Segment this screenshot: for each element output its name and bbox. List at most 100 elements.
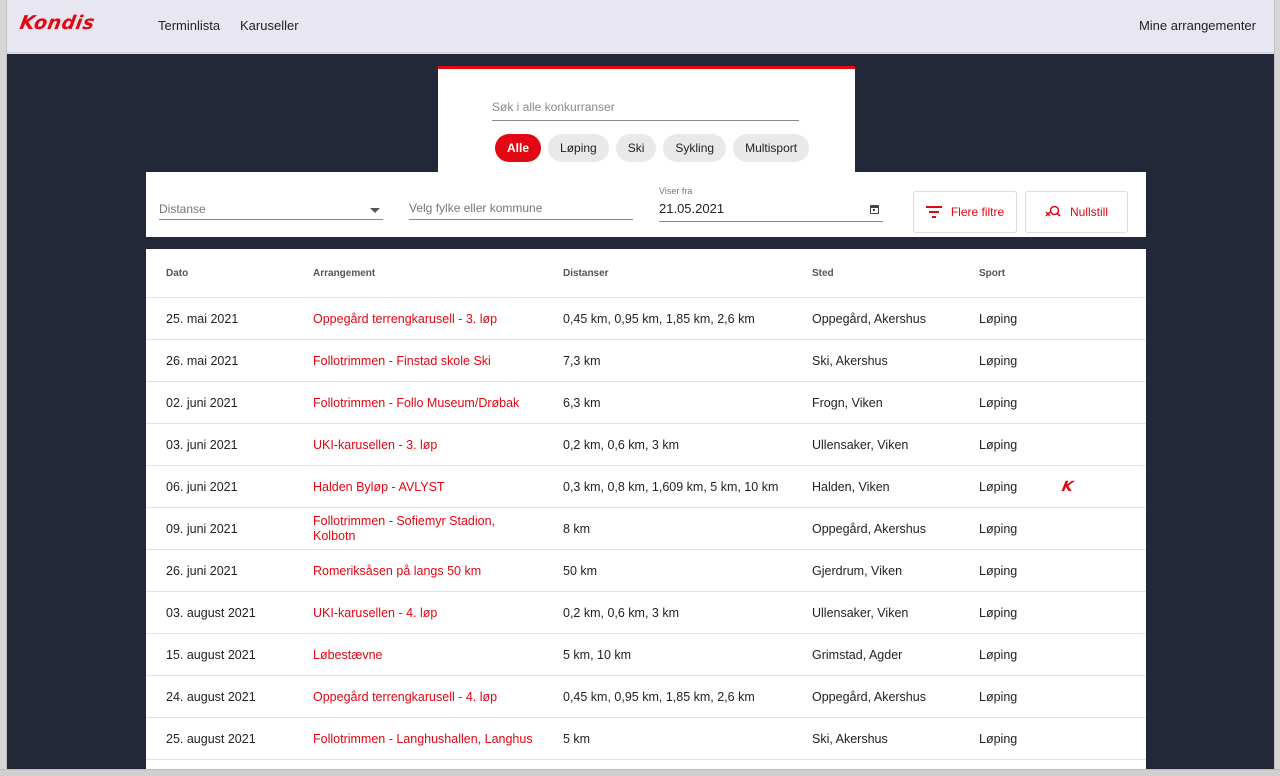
cell-place: Grimstad, Agder — [812, 647, 903, 662]
cell-event-link[interactable]: Follotrimmen - Sofiemyr Stadion, Kolbotn — [313, 508, 533, 550]
table-header: Dato Arrangement Distanser Sted Sport — [146, 249, 1146, 298]
window-border-right — [1274, 0, 1280, 776]
events-table: Dato Arrangement Distanser Sted Sport 25… — [146, 249, 1146, 770]
cell-sport: Løping — [979, 521, 1018, 536]
table-row[interactable]: 25. mai 2021 Oppegård terrengkarusell - 3… — [146, 298, 1146, 340]
table-row[interactable]: 15. august 2021 Løbestævne 5 km, 10 km Grim… — [146, 634, 1146, 676]
nav-terminlista[interactable]: Terminlista — [158, 18, 220, 33]
region-input[interactable] — [409, 196, 633, 220]
cell-event-link[interactable]: Oppegård terrengkarusell - 3. løp — [313, 298, 533, 340]
cell-place: Ski, Akershus — [812, 731, 888, 746]
cell-place: Oppegård, Akershus — [812, 521, 926, 536]
cell-date: 24. august 2021 — [166, 689, 256, 704]
cell-sport: Løping — [979, 731, 1018, 746]
window-border-left — [0, 0, 7, 776]
cell-sport: Løping — [979, 689, 1018, 704]
cell-sport: Løping — [979, 563, 1018, 578]
table-row[interactable]: 26. juni 2021 Romeriksåsen på langs 50 km… — [146, 550, 1146, 592]
cell-sport: Løping — [979, 353, 1018, 368]
header-distances[interactable]: Distanser — [563, 268, 609, 279]
search-reset-icon — [1045, 205, 1061, 217]
chip-løping[interactable]: Løping — [548, 134, 609, 162]
cell-distances: 50 km — [563, 563, 598, 578]
table-row[interactable]: 06. juni 2021 Halden Byløp - AVLYST 0,3 km… — [146, 466, 1146, 508]
cell-date: 26. mai 2021 — [166, 353, 239, 368]
cell-distances: 0,2 km, 0,6 km, 3 km — [563, 605, 680, 620]
cell-date: 02. juni 2021 — [166, 395, 238, 410]
cell-distances: 8 km — [563, 521, 591, 536]
cell-date: 03. juni 2021 — [166, 437, 238, 452]
cell-place: Oppegård, Akershus — [812, 311, 926, 326]
kondis-logo[interactable]: Kondis — [18, 12, 97, 34]
table-row[interactable]: 02. juni 2021 Follotrimmen - Follo Museum… — [146, 382, 1146, 424]
cell-sport: Løping — [979, 311, 1018, 326]
cell-event-link[interactable]: Follotrimmen - Follo Museum/Drøbak — [313, 382, 533, 424]
cell-date: 25. mai 2021 — [166, 311, 239, 326]
cell-event-link[interactable]: Løbestævne — [313, 634, 533, 676]
cell-date: 03. august 2021 — [166, 605, 256, 620]
cell-place: Ullensaker, Viken — [812, 605, 909, 620]
nav-karuseller[interactable]: Karuseller — [240, 18, 299, 33]
cell-badge: K — [1060, 466, 1075, 508]
search-card: AlleLøpingSkiSyklingMultisport — [438, 66, 855, 172]
reset-label: Nullstill — [1069, 205, 1108, 219]
header-event[interactable]: Arrangement — [313, 268, 375, 279]
cell-date: 26. juni 2021 — [166, 563, 238, 578]
top-navigation-bar: Kondis Terminlista Karuseller Mine arran… — [7, 0, 1274, 53]
cell-distances: 0,45 km, 0,95 km, 1,85 km, 2,6 km — [563, 689, 755, 704]
date-field-value: 21.05.2021 — [659, 201, 725, 216]
cell-event-link[interactable]: Follotrimmen - Langhushallen, Langhus — [313, 718, 533, 760]
table-row[interactable]: 03. juni 2021 UKI-karusellen - 3. løp 0,2 … — [146, 424, 1146, 466]
chip-multisport[interactable]: Multisport — [733, 134, 810, 162]
header-place[interactable]: Sted — [812, 268, 834, 279]
cell-event-link[interactable]: Oppegård terrengkarusell - 4. løp — [313, 676, 533, 718]
cell-place: Gjerdrum, Viken — [812, 563, 903, 578]
cell-date: 15. august 2021 — [166, 647, 256, 662]
more-filters-button[interactable]: Flere filtre — [913, 191, 1017, 233]
reset-button[interactable]: Nullstill — [1025, 191, 1128, 233]
cell-event-link[interactable]: Romeriksåsen på langs 50 km — [313, 550, 533, 592]
cell-event-link[interactable]: UKI-karusellen - 3. løp — [313, 424, 533, 466]
distance-select-label: Distanse — [159, 202, 206, 216]
cell-distances: 7,3 km — [563, 353, 601, 368]
filter-list-icon — [925, 206, 942, 218]
chip-alle[interactable]: Alle — [495, 134, 542, 162]
cell-sport: Løping — [979, 605, 1018, 620]
table-row[interactable]: 26. mai 2021 Follotrimmen - Finstad skole… — [146, 340, 1146, 382]
cell-distances: 6,3 km — [563, 395, 601, 410]
nav-mine-arrangementer[interactable]: Mine arrangementer — [1139, 18, 1256, 33]
cell-sport: Løping — [979, 437, 1018, 452]
cell-sport: Løping — [979, 479, 1018, 494]
table-row[interactable]: 09. juni 2021 Follotrimmen - Sofiemyr Sta… — [146, 508, 1146, 550]
header-date[interactable]: Dato — [166, 268, 188, 279]
sport-filter-chips: Alle Løping Ski Sykling Multisport — [495, 134, 810, 162]
window-border-bottom — [0, 769, 1280, 776]
cell-event-link[interactable]: Halden Byløp - AVLYST — [313, 466, 533, 508]
cell-place: Halden, Viken — [812, 479, 890, 494]
kondis-k-icon: K — [1060, 478, 1075, 495]
more-filters-label: Flere filtre — [950, 205, 1005, 219]
chip-sykling[interactable]: Sykling — [663, 134, 727, 162]
table-row[interactable]: 25. august 2021 Follotrimmen - Langhushal… — [146, 718, 1146, 760]
cell-sport: Løping — [979, 395, 1018, 410]
table-row[interactable]: 24. august 2021 Oppegård terrengkarusell … — [146, 676, 1146, 718]
cell-place: Oppegård, Akershus — [812, 689, 926, 704]
cell-event-link[interactable]: Follotrimmen - Finstad skole Ski — [313, 340, 533, 382]
cell-date: 09. juni 2021 — [166, 521, 238, 536]
cell-place: Frogn, Viken — [812, 395, 883, 410]
distance-select[interactable]: Distanse — [159, 198, 383, 220]
cell-distances: 5 km — [563, 731, 591, 746]
cell-place: Ski, Akershus — [812, 353, 888, 368]
cell-date: 06. juni 2021 — [166, 479, 238, 494]
table-row[interactable]: 03. august 2021 UKI-karusellen - 4. løp 0,… — [146, 592, 1146, 634]
header-sport[interactable]: Sport — [979, 268, 1005, 279]
calendar-icon[interactable] — [870, 205, 879, 214]
cell-distances: 0,2 km, 0,6 km, 3 km — [563, 437, 680, 452]
date-field[interactable]: Viser fra 21.05.2021 — [659, 184, 883, 222]
cell-distances: 5 km, 10 km — [563, 647, 632, 662]
cell-place: Ullensaker, Viken — [812, 437, 909, 452]
search-input[interactable] — [492, 94, 799, 121]
cell-event-link[interactable]: UKI-karusellen - 4. løp — [313, 592, 533, 634]
chip-ski[interactable]: Ski — [615, 134, 657, 162]
cell-distances: 0,45 km, 0,95 km, 1,85 km, 2,6 km — [563, 311, 755, 326]
